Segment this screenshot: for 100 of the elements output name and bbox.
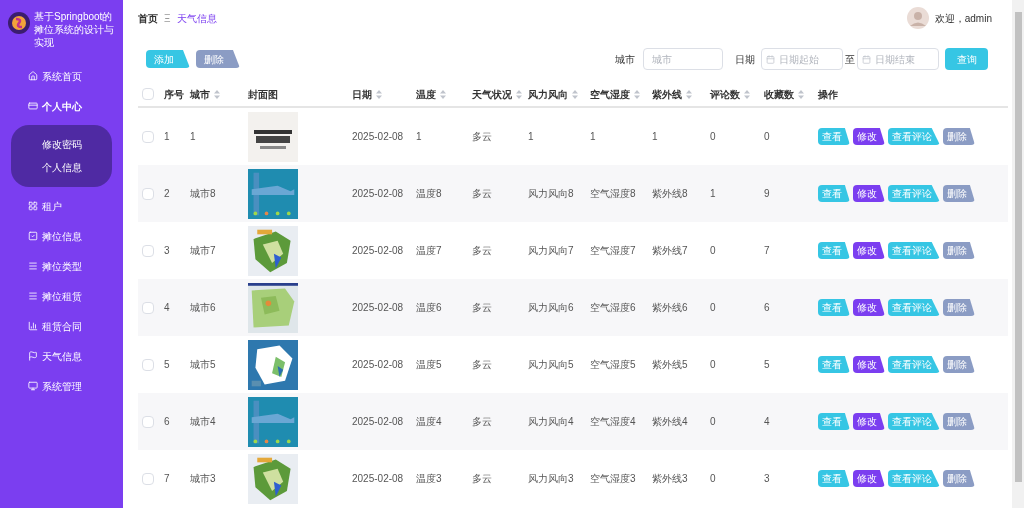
menu-icon [28, 261, 38, 271]
checkbox[interactable] [142, 301, 154, 314]
table-cell-text: 城市5 [190, 358, 217, 372]
table-cell-text: 6 [764, 301, 771, 315]
table-cell-text: 2025-02-08 [352, 187, 405, 201]
row-action-button[interactable]: 修改 [853, 185, 885, 202]
table-cell-text: 紫外线3 [652, 472, 689, 486]
table-cell-text: 6 [164, 415, 171, 429]
checkbox[interactable] [142, 415, 154, 428]
menu-icon [28, 291, 38, 301]
table-cell-text: 1 [710, 187, 717, 201]
column-header[interactable]: 城市 [190, 86, 210, 102]
submenu-item[interactable]: 修改密码 [41, 137, 82, 152]
column-header[interactable]: 空气湿度 [590, 86, 630, 102]
row-action-button[interactable]: 修改 [853, 356, 885, 373]
range-separator: 至 [845, 52, 855, 67]
column-header[interactable]: 收藏数 [764, 86, 794, 102]
sort-icon[interactable] [686, 89, 692, 99]
table-cell-text: 多云 [472, 415, 493, 429]
breadcrumb-current[interactable]: 天气信息 [176, 10, 217, 26]
column-header[interactable]: 紫外线 [652, 86, 682, 102]
sort-icon[interactable] [744, 89, 750, 99]
scrollbar[interactable] [1012, 0, 1024, 508]
sort-icon[interactable] [440, 89, 446, 99]
checkbox[interactable] [142, 358, 154, 371]
sort-icon[interactable] [572, 89, 578, 99]
table-cell-text: 多云 [472, 187, 493, 201]
table-cell-text: 1 [652, 130, 659, 144]
table-cell-text: 4 [764, 415, 771, 429]
calendar-icon [766, 54, 775, 64]
table-cell-text: 温度4 [416, 415, 443, 429]
table-cell-text: 空气湿度6 [590, 301, 637, 315]
breadcrumb-home[interactable]: 首页 [138, 10, 158, 26]
menu-item[interactable]: 个人中心 [0, 91, 123, 121]
menu-item[interactable]: 摊位类型 [0, 251, 123, 281]
table-cell-text: 2025-02-08 [352, 415, 405, 429]
table-cell-text: 空气湿度5 [590, 358, 637, 372]
table-cell-text: 温度7 [416, 244, 443, 258]
column-header[interactable]: 风力风向 [528, 86, 568, 102]
table-cell-text: 风力风向5 [528, 358, 575, 372]
table-cell-text: 温度3 [416, 472, 443, 486]
table-cell-text: 城市6 [190, 301, 217, 315]
row-action-button[interactable]: 修改 [853, 299, 885, 316]
sort-icon[interactable] [798, 89, 804, 99]
table-cell-text: 温度5 [416, 358, 443, 372]
table-cell-text: 1 [590, 130, 597, 144]
sort-icon[interactable] [214, 89, 220, 99]
table-cell-text: 紫外线5 [652, 358, 689, 372]
menu-item[interactable]: 租户 [0, 191, 123, 221]
menu-icon [28, 381, 38, 391]
city-field[interactable]: 城市 [643, 48, 723, 70]
table-cell-text: 城市8 [190, 187, 217, 201]
table-cell-text: 紫外线4 [652, 415, 689, 429]
menu-item[interactable]: 系统管理 [0, 371, 123, 401]
menu-icon [28, 351, 38, 361]
sort-icon[interactable] [634, 89, 640, 99]
menu-item[interactable]: 天气信息 [0, 341, 123, 371]
checkbox[interactable] [142, 130, 154, 143]
logo-icon [8, 12, 30, 34]
table-cell-text: 9 [764, 187, 771, 201]
table-cell-text: 5 [764, 358, 771, 372]
row-action-button[interactable]: 修改 [853, 413, 885, 430]
column-header[interactable]: 日期 [352, 86, 372, 102]
table-cell-text: 2025-02-08 [352, 358, 405, 372]
table-cell-text: 风力风向7 [528, 244, 575, 258]
table-cell-text: 空气湿度7 [590, 244, 637, 258]
table-cell-text: 多云 [472, 301, 493, 315]
date-end-field[interactable]: 日期结束 [857, 48, 939, 70]
sort-icon[interactable] [516, 89, 522, 99]
column-header[interactable]: 序号 [164, 86, 184, 102]
sort-icon[interactable] [376, 89, 382, 99]
table-cell-text: 城市3 [190, 472, 217, 486]
checkbox[interactable] [142, 244, 154, 257]
table-cell-text: 风力风向8 [528, 187, 575, 201]
menu-item[interactable]: 系统首页 [0, 61, 123, 91]
column-header[interactable]: 温度 [416, 86, 436, 102]
submenu-item[interactable]: 个人信息 [41, 160, 82, 175]
checkbox[interactable] [142, 472, 154, 485]
checkbox[interactable] [142, 88, 154, 100]
column-header[interactable]: 封面图 [248, 86, 278, 102]
row-action-button[interactable]: 修改 [853, 128, 885, 145]
table-cell-text: 2025-02-08 [352, 244, 405, 258]
table-cell-text: 多云 [472, 358, 493, 372]
column-header[interactable]: 操作 [818, 86, 838, 102]
row-action-button[interactable]: 修改 [853, 470, 885, 487]
column-header[interactable]: 天气状况 [472, 86, 512, 102]
date-start-field[interactable]: 日期起始 [761, 48, 843, 70]
menu-item[interactable]: 摊位信息 [0, 221, 123, 251]
menu-item[interactable]: 租赁合同 [0, 311, 123, 341]
avatar[interactable] [906, 7, 929, 29]
menu-item[interactable]: 摊位租赁 [0, 281, 123, 311]
menu-icon [28, 71, 38, 81]
row-action-button[interactable]: 修改 [853, 242, 885, 259]
checkbox[interactable] [142, 187, 154, 200]
table-cell-text: 0 [710, 130, 717, 144]
table-cell-text: 0 [764, 130, 771, 144]
table-cell-text: 7 [164, 472, 171, 486]
table-cell-text: 风力风向6 [528, 301, 575, 315]
column-header[interactable]: 评论数 [710, 86, 740, 102]
table-cell-text: 1 [164, 130, 171, 144]
